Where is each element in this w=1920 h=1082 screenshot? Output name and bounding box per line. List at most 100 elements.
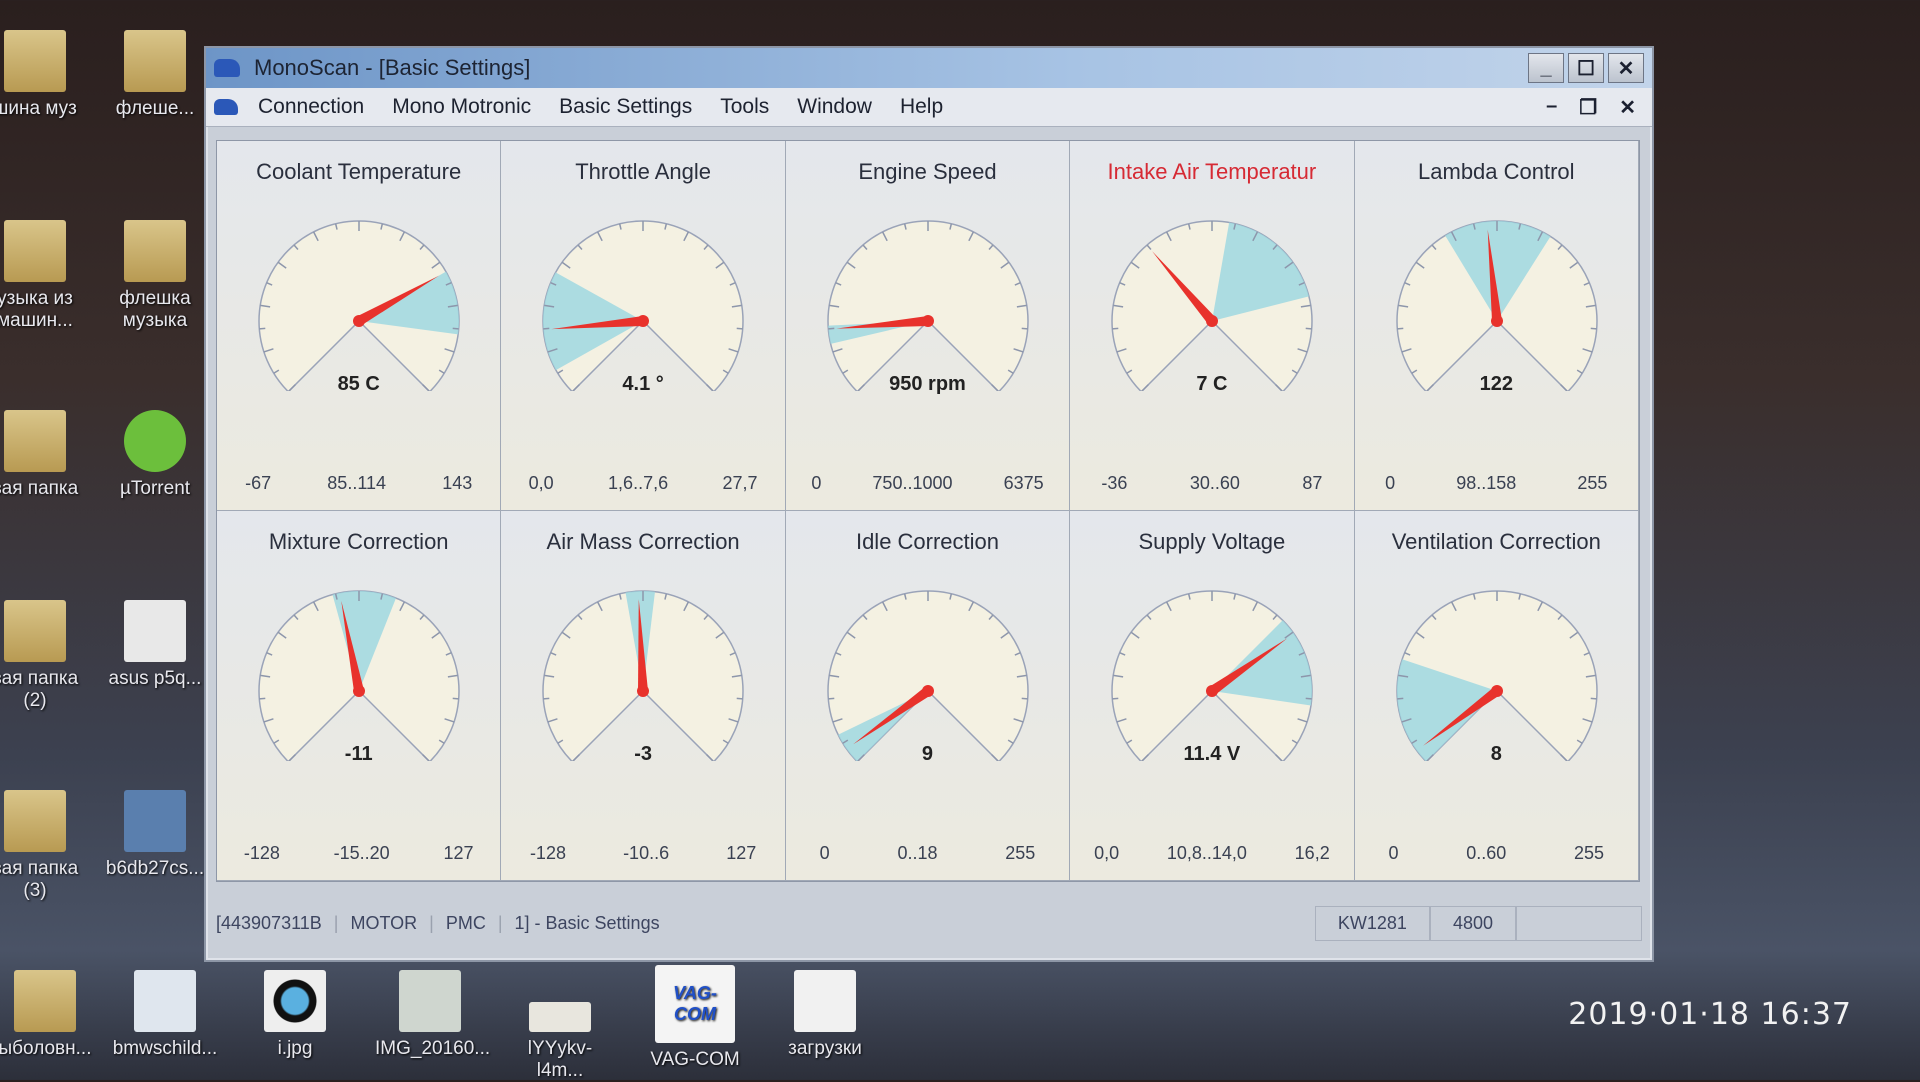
gauge-title: Ventilation Correction bbox=[1355, 529, 1638, 555]
desktop-icon[interactable]: узыка из машин... bbox=[0, 220, 90, 332]
gauge-dial bbox=[1355, 191, 1639, 391]
desktop-icon[interactable]: загрузки bbox=[770, 970, 880, 1060]
gauge-title: Supply Voltage bbox=[1070, 529, 1353, 555]
status-system: PMC bbox=[446, 913, 486, 934]
status-baud: 4800 bbox=[1430, 906, 1516, 941]
gauge-value: 8 bbox=[1355, 743, 1638, 766]
status-group: 1] - Basic Settings bbox=[515, 913, 660, 934]
gauge-scale: 00..18255 bbox=[786, 843, 1069, 864]
gauge-dial bbox=[501, 561, 785, 761]
scale-nominal-range: 1,6..7,6 bbox=[608, 473, 668, 494]
needle-hub bbox=[1206, 685, 1218, 697]
scale-max: 143 bbox=[442, 473, 472, 494]
scale-min: -36 bbox=[1101, 473, 1127, 494]
monoscan-window: MonoScan - [Basic Settings] _ ☐ ✕ Connec… bbox=[204, 46, 1654, 962]
image-icon bbox=[399, 970, 461, 1032]
gauge-mixture-correction: Mixture Correction-11-128-15..20127 bbox=[217, 511, 501, 881]
gauge-engine-speed: Engine Speed950 rpm0750..10006375 bbox=[786, 141, 1070, 511]
gauge-value: 85 C bbox=[217, 373, 500, 396]
mdi-close-button[interactable]: ✕ bbox=[1619, 95, 1636, 120]
desktop-icon[interactable]: i.jpg bbox=[240, 970, 350, 1060]
needle-hub bbox=[1491, 685, 1503, 697]
needle-hub bbox=[1491, 315, 1503, 327]
status-empty-panel bbox=[1516, 906, 1642, 941]
scale-max: 6375 bbox=[1004, 473, 1044, 494]
folder-icon bbox=[4, 790, 66, 852]
status-protocol: KW1281 bbox=[1315, 906, 1430, 941]
desktop-icon[interactable]: флешка музыка bbox=[100, 220, 210, 332]
scale-min: 0 bbox=[1388, 843, 1398, 864]
maximize-button[interactable]: ☐ bbox=[1568, 53, 1604, 83]
gauge-dial bbox=[786, 561, 1070, 761]
scale-max: 87 bbox=[1302, 473, 1322, 494]
gauge-scale: -3630..6087 bbox=[1070, 473, 1353, 494]
car-app-icon bbox=[214, 59, 240, 77]
gauge-value: 950 rpm bbox=[786, 373, 1069, 396]
scale-nominal-range: 750..1000 bbox=[872, 473, 952, 494]
needle-hub bbox=[353, 685, 365, 697]
mdi-restore-button[interactable]: ❐ bbox=[1579, 95, 1597, 120]
scale-max: 127 bbox=[443, 843, 473, 864]
menu-tools[interactable]: Tools bbox=[720, 95, 769, 119]
desktop-icon[interactable]: шина муз bbox=[0, 30, 90, 120]
folder-icon bbox=[124, 220, 186, 282]
menu-help[interactable]: Help bbox=[900, 95, 943, 119]
gauge-throttle-angle: Throttle Angle4.1 °0,01,6..7,627,7 bbox=[501, 141, 785, 511]
dial-face bbox=[1112, 221, 1312, 391]
desktop-icon[interactable]: вая папка (2) bbox=[0, 600, 90, 712]
gauge-title: Lambda Control bbox=[1355, 159, 1638, 185]
gauge-supply-voltage: Supply Voltage11.4 V0,010,8..14,016,2 bbox=[1070, 511, 1354, 881]
scale-nominal-range: -15..20 bbox=[334, 843, 390, 864]
mdi-minimize-button[interactable]: – bbox=[1546, 95, 1557, 120]
desktop-icon[interactable]: bmwschild... bbox=[110, 970, 220, 1060]
gauge-dial bbox=[217, 561, 501, 761]
scale-max: 127 bbox=[726, 843, 756, 864]
gauge-idle-correction: Idle Correction900..18255 bbox=[786, 511, 1070, 881]
desktop-icon[interactable]: µTorrent bbox=[100, 410, 210, 500]
desktop-icon[interactable]: IMG_20160... bbox=[375, 970, 485, 1060]
image-icon bbox=[124, 790, 186, 852]
status-separator: | bbox=[334, 913, 339, 934]
gauge-title: Coolant Temperature bbox=[217, 159, 500, 185]
needle-hub bbox=[637, 685, 649, 697]
desktop-icon[interactable]: вая папка (3) bbox=[0, 790, 90, 902]
minimize-button[interactable]: _ bbox=[1528, 53, 1564, 83]
folder-icon bbox=[4, 410, 66, 472]
desktop-icon[interactable]: b6db27cs... bbox=[100, 790, 210, 880]
folder-shortcut-icon bbox=[794, 970, 856, 1032]
gauge-lambda-control: Lambda Control122098..158255 bbox=[1355, 141, 1639, 511]
scale-nominal-range: -10..6 bbox=[623, 843, 669, 864]
menu-connection[interactable]: Connection bbox=[258, 95, 364, 119]
gauge-value: -3 bbox=[501, 743, 784, 766]
image-icon bbox=[529, 1002, 591, 1032]
vag-com-icon: VAG-COM bbox=[655, 965, 735, 1043]
window-title: MonoScan - [Basic Settings] bbox=[254, 55, 530, 81]
car-doc-icon[interactable] bbox=[214, 99, 238, 115]
folder-icon bbox=[4, 30, 66, 92]
desktop-icon[interactable]: флеше... bbox=[100, 30, 210, 120]
gauge-scale: 0750..10006375 bbox=[786, 473, 1069, 494]
gauge-intake-air-temperatur: Intake Air Temperatur7 C-3630..6087 bbox=[1070, 141, 1354, 511]
close-button[interactable]: ✕ bbox=[1608, 53, 1644, 83]
scale-nominal-range: 0..60 bbox=[1466, 843, 1506, 864]
scale-nominal-range: 0..18 bbox=[897, 843, 937, 864]
desktop-icon[interactable]: asus p5q... bbox=[100, 600, 210, 690]
desktop-icon[interactable]: ыболовн... bbox=[0, 970, 100, 1060]
menu-basic-settings[interactable]: Basic Settings bbox=[559, 95, 692, 119]
gauge-scale: -128-15..20127 bbox=[217, 843, 500, 864]
gauge-dial bbox=[1070, 191, 1354, 391]
gauge-scale: 00..60255 bbox=[1355, 843, 1638, 864]
scale-min: 0 bbox=[1385, 473, 1395, 494]
needle-hub bbox=[1206, 315, 1218, 327]
folder-icon bbox=[4, 220, 66, 282]
desktop-icon[interactable]: вая папка bbox=[0, 410, 90, 500]
menu-window[interactable]: Window bbox=[797, 95, 872, 119]
gauge-value: 9 bbox=[786, 743, 1069, 766]
gauge-air-mass-correction: Air Mass Correction-3-128-10..6127 bbox=[501, 511, 785, 881]
gauge-value: 4.1 ° bbox=[501, 373, 784, 396]
desktop-icon[interactable]: VAG-COMVAG-COM bbox=[640, 965, 750, 1071]
title-bar[interactable]: MonoScan - [Basic Settings] _ ☐ ✕ bbox=[206, 48, 1652, 88]
desktop-icon[interactable]: lYYykv-l4m... bbox=[505, 970, 615, 1082]
menu-mono-motronic[interactable]: Mono Motronic bbox=[392, 95, 531, 119]
dial-face bbox=[828, 221, 1028, 391]
